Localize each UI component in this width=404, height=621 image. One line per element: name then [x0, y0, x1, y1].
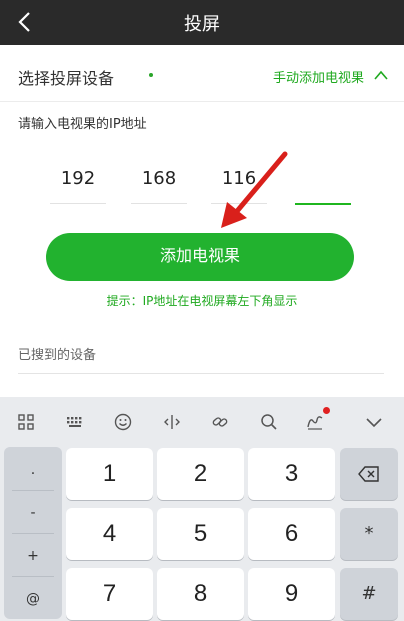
- divider: [18, 373, 384, 374]
- device-select-label: 选择投屏设备: [18, 69, 115, 88]
- symbol-key-minus[interactable]: -: [4, 494, 62, 532]
- divider: [12, 533, 54, 534]
- hash-key[interactable]: #: [340, 568, 398, 620]
- symbol-column: . - + @: [4, 447, 62, 619]
- title-bar: 投屏: [0, 0, 404, 45]
- digit-key-4[interactable]: 4: [66, 508, 153, 560]
- notification-dot-icon: [323, 407, 330, 414]
- emoji-icon[interactable]: [111, 410, 135, 434]
- grid-icon[interactable]: [14, 410, 38, 434]
- ip-segment-2[interactable]: 168: [131, 168, 187, 189]
- digit-key-8[interactable]: 8: [157, 568, 244, 620]
- keyboard-toolbar: [0, 397, 404, 445]
- manual-add-link[interactable]: 手动添加电视果: [273, 67, 364, 86]
- digit-key-9[interactable]: 9: [248, 568, 335, 620]
- digit-key-5[interactable]: 5: [157, 508, 244, 560]
- annotation-arrow-icon: [221, 151, 288, 228]
- backspace-icon: [358, 466, 379, 482]
- ip-underline-4-active: [295, 203, 351, 205]
- collapse-icon[interactable]: [362, 410, 386, 434]
- found-devices-label: 已搜到的设备: [18, 348, 97, 363]
- loading-dot-icon: [149, 73, 153, 77]
- digit-key-7[interactable]: 7: [66, 568, 153, 620]
- keyboard-icon[interactable]: [63, 410, 87, 434]
- ip-hint-text: 提示：IP地址在电视屏幕左下角显示: [106, 294, 298, 308]
- add-tv-button[interactable]: 添加电视果: [46, 233, 354, 281]
- handwrite-icon[interactable]: [303, 410, 327, 434]
- numeric-keyboard: . - + @ 1 2 3 4 5 6 7 8 9 * #: [0, 397, 404, 621]
- search-icon[interactable]: [257, 410, 281, 434]
- divider: [12, 576, 54, 577]
- chevron-up-icon[interactable]: [374, 70, 388, 80]
- link-icon[interactable]: [208, 410, 232, 434]
- device-select-row: 选择投屏设备 手动添加电视果: [0, 46, 404, 102]
- ip-segment-1[interactable]: 192: [50, 168, 106, 189]
- ip-underline-1: [50, 203, 106, 204]
- ip-prompt: 请输入电视果的IP地址: [18, 117, 147, 132]
- digit-key-6[interactable]: 6: [248, 508, 335, 560]
- backspace-key[interactable]: [340, 448, 398, 500]
- symbol-key-plus[interactable]: +: [4, 537, 62, 575]
- digit-key-1[interactable]: 1: [66, 448, 153, 500]
- asterisk-key[interactable]: *: [340, 508, 398, 560]
- ip-underline-2: [131, 203, 187, 204]
- symbol-key-at[interactable]: @: [4, 580, 62, 618]
- cursor-icon[interactable]: [160, 410, 184, 434]
- symbol-key-dot[interactable]: .: [4, 451, 62, 489]
- page-title: 投屏: [184, 14, 220, 35]
- digit-key-2[interactable]: 2: [157, 448, 244, 500]
- digit-key-3[interactable]: 3: [248, 448, 335, 500]
- divider: [12, 490, 54, 491]
